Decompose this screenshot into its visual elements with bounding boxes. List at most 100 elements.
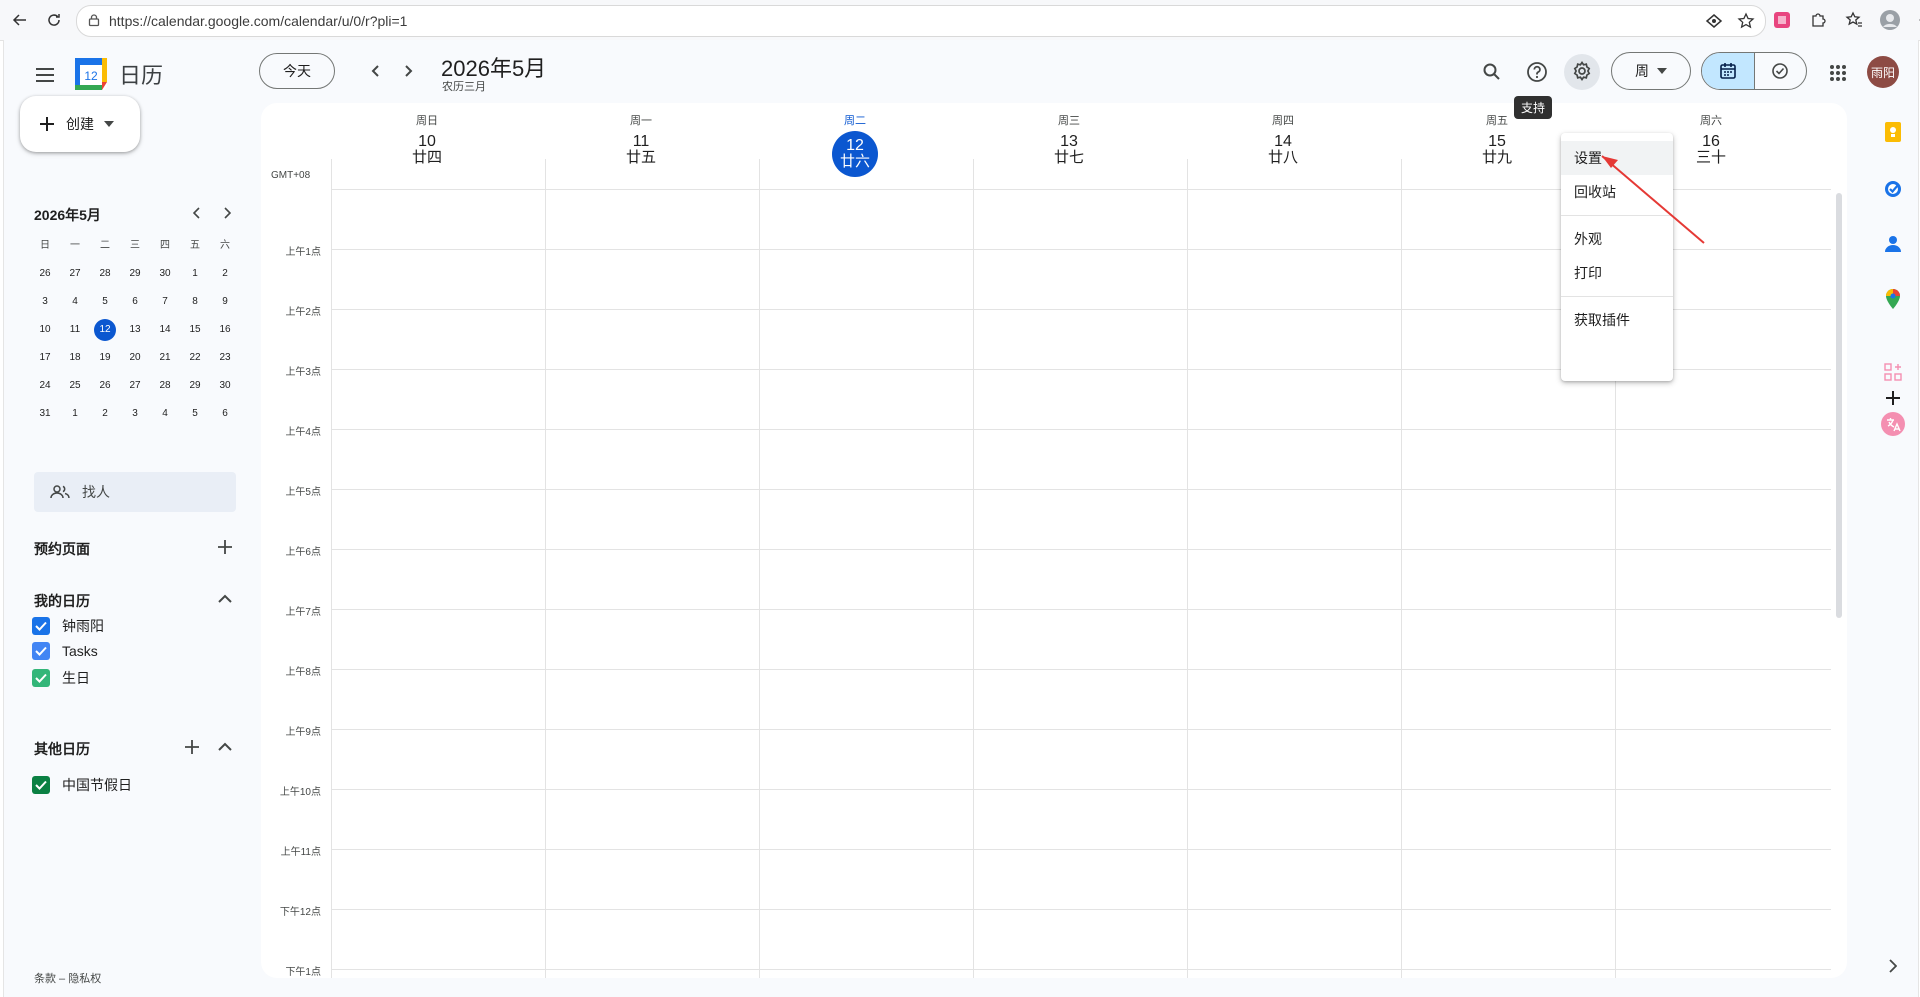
mini-day[interactable]: 30 [210, 375, 240, 397]
mini-day[interactable]: 5 [180, 403, 210, 425]
mini-day[interactable]: 12 [90, 319, 120, 341]
mini-day[interactable]: 28 [90, 263, 120, 285]
mini-day[interactable]: 29 [180, 375, 210, 397]
reload-icon[interactable] [42, 8, 66, 32]
mini-day[interactable]: 9 [210, 291, 240, 313]
translate-icon[interactable] [1879, 410, 1907, 438]
previous-week-icon[interactable] [361, 56, 391, 86]
mini-day[interactable]: 21 [150, 347, 180, 369]
day-header[interactable]: 周三 13 廿七 [962, 103, 1176, 183]
account-avatar[interactable]: 雨阳 [1867, 56, 1899, 88]
collapse-my-calendars-icon[interactable] [214, 588, 236, 610]
mini-day[interactable]: 23 [210, 347, 240, 369]
favorites-icon[interactable] [1842, 8, 1866, 32]
favorite-star-icon[interactable] [1735, 10, 1757, 32]
mini-day[interactable]: 6 [210, 403, 240, 425]
keep-icon[interactable] [1879, 118, 1907, 146]
day-header[interactable]: 周一 11 廿五 [534, 103, 748, 183]
mini-day[interactable]: 2 [90, 403, 120, 425]
menu-item-trash[interactable]: 回收站 [1561, 175, 1673, 209]
day-header[interactable]: 周日 10 廿四 [320, 103, 534, 183]
mini-day[interactable]: 30 [150, 263, 180, 285]
mini-day[interactable]: 27 [60, 263, 90, 285]
tracking-prevention-icon[interactable] [1703, 10, 1725, 32]
menu-item-get-addons[interactable]: 获取插件 [1561, 303, 1673, 337]
mini-day[interactable]: 11 [60, 319, 90, 341]
contacts-icon[interactable] [1879, 230, 1907, 258]
profile-icon[interactable] [1878, 8, 1902, 32]
addons-grid-icon[interactable] [1879, 358, 1907, 386]
menu-item-appearance[interactable]: 外观 [1561, 222, 1673, 256]
today-button[interactable]: 今天 [259, 53, 335, 89]
mini-day[interactable]: 26 [90, 375, 120, 397]
mini-day[interactable]: 22 [180, 347, 210, 369]
day-header-today[interactable]: 周二 12 廿六 [748, 103, 962, 183]
mini-day[interactable]: 1 [60, 403, 90, 425]
add-other-calendar-icon[interactable] [181, 736, 203, 758]
week-scrollbar[interactable] [1836, 193, 1842, 618]
mini-day[interactable]: 25 [60, 375, 90, 397]
mini-day[interactable]: 14 [150, 319, 180, 341]
calendar-list-item[interactable]: 生日 [32, 668, 90, 688]
mini-day[interactable]: 18 [60, 347, 90, 369]
mini-day[interactable]: 2 [210, 263, 240, 285]
mini-day[interactable]: 31 [30, 403, 60, 425]
address-bar[interactable]: https://calendar.google.com/calendar/u/0… [76, 5, 1766, 37]
create-button[interactable]: 创建 [20, 96, 140, 152]
mini-day[interactable]: 26 [30, 263, 60, 285]
collapse-other-calendars-icon[interactable] [214, 736, 236, 758]
calendar-view-toggle-icon[interactable] [1702, 53, 1755, 89]
extension-pink-icon[interactable] [1770, 8, 1794, 32]
menu-item-print[interactable]: 打印 [1561, 256, 1673, 290]
mini-day[interactable]: 6 [120, 291, 150, 313]
mini-day[interactable]: 27 [120, 375, 150, 397]
mini-day[interactable]: 4 [60, 291, 90, 313]
mini-next-month-icon[interactable] [217, 203, 237, 223]
view-selector[interactable]: 周 [1611, 52, 1691, 90]
mini-day[interactable]: 24 [30, 375, 60, 397]
maps-icon[interactable] [1879, 285, 1907, 313]
mini-day[interactable]: 17 [30, 347, 60, 369]
mini-day[interactable]: 15 [180, 319, 210, 341]
checkbox-checked-icon[interactable] [32, 669, 50, 687]
mini-day[interactable]: 10 [30, 319, 60, 341]
mini-day[interactable]: 5 [90, 291, 120, 313]
today-date-circle[interactable]: 12 廿六 [832, 131, 878, 177]
add-booking-page-icon[interactable] [214, 536, 236, 558]
find-people-input[interactable]: 找人 [34, 472, 236, 512]
mini-day[interactable]: 7 [150, 291, 180, 313]
mini-day[interactable]: 16 [210, 319, 240, 341]
mini-day[interactable]: 4 [150, 403, 180, 425]
main-menu-icon[interactable] [28, 58, 62, 92]
checkbox-checked-icon[interactable] [32, 617, 50, 635]
calendar-list-item[interactable]: 中国节假日 [32, 775, 132, 795]
terms-privacy-link[interactable]: 条款 – 隐私权 [34, 970, 101, 986]
calendar-list-item[interactable]: Tasks [32, 642, 98, 660]
calendar-list-item[interactable]: 钟雨阳 [32, 616, 104, 636]
mini-day[interactable]: 20 [120, 347, 150, 369]
tasks-icon[interactable] [1879, 175, 1907, 203]
settings-gear-icon[interactable] [1564, 54, 1600, 90]
expand-side-panel-icon[interactable] [1879, 952, 1907, 980]
checkbox-checked-icon[interactable] [32, 776, 50, 794]
mini-day[interactable]: 13 [120, 319, 150, 341]
more-options-icon[interactable] [1914, 8, 1920, 32]
mini-day[interactable]: 8 [180, 291, 210, 313]
mini-day[interactable]: 28 [150, 375, 180, 397]
help-support-icon[interactable] [1519, 54, 1555, 90]
menu-item-settings[interactable]: 设置 [1561, 141, 1673, 175]
mini-day[interactable]: 29 [120, 263, 150, 285]
add-addon-icon[interactable] [1879, 384, 1907, 412]
checkbox-checked-icon[interactable] [32, 642, 50, 660]
mini-day[interactable]: 19 [90, 347, 120, 369]
mini-day[interactable]: 3 [120, 403, 150, 425]
extensions-puzzle-icon[interactable] [1806, 8, 1830, 32]
mini-prev-month-icon[interactable] [187, 203, 207, 223]
tasks-view-toggle-icon[interactable] [1755, 53, 1807, 89]
google-apps-icon[interactable] [1821, 56, 1855, 90]
day-header[interactable]: 周四 14 廿八 [1176, 103, 1390, 183]
next-week-icon[interactable] [393, 56, 423, 86]
back-icon[interactable] [8, 8, 32, 32]
mini-day[interactable]: 1 [180, 263, 210, 285]
mini-day[interactable]: 3 [30, 291, 60, 313]
